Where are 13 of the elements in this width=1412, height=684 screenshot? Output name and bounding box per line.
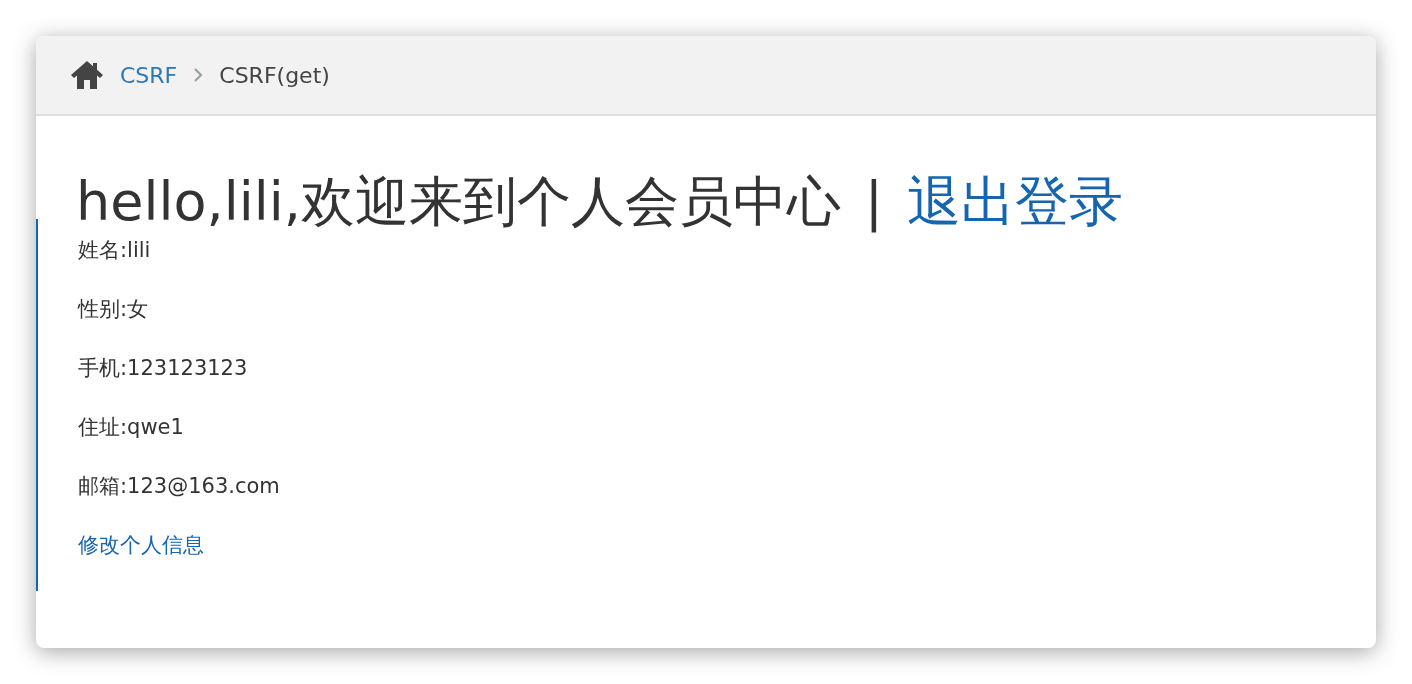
- breadcrumb-link[interactable]: CSRF: [120, 58, 178, 92]
- separator: |: [864, 172, 884, 232]
- edit-profile-link[interactable]: 修改个人信息: [78, 533, 204, 558]
- chevron-icon: [193, 68, 204, 82]
- breadcrumb-current: CSRF(get): [219, 61, 330, 90]
- home-icon[interactable]: [70, 60, 104, 90]
- logout-link[interactable]: 退出登录: [907, 172, 1124, 232]
- profile-field: 住址:qwe1: [78, 415, 184, 440]
- welcome-heading: hello,lili,欢迎来到个人会员中心: [76, 172, 841, 232]
- profile-field: 性别:女: [78, 297, 149, 322]
- profile-field: 姓名:lili: [78, 238, 151, 263]
- profile-field: 邮箱:123@163.com: [78, 474, 280, 499]
- profile-field: 手机:123123123: [78, 356, 248, 381]
